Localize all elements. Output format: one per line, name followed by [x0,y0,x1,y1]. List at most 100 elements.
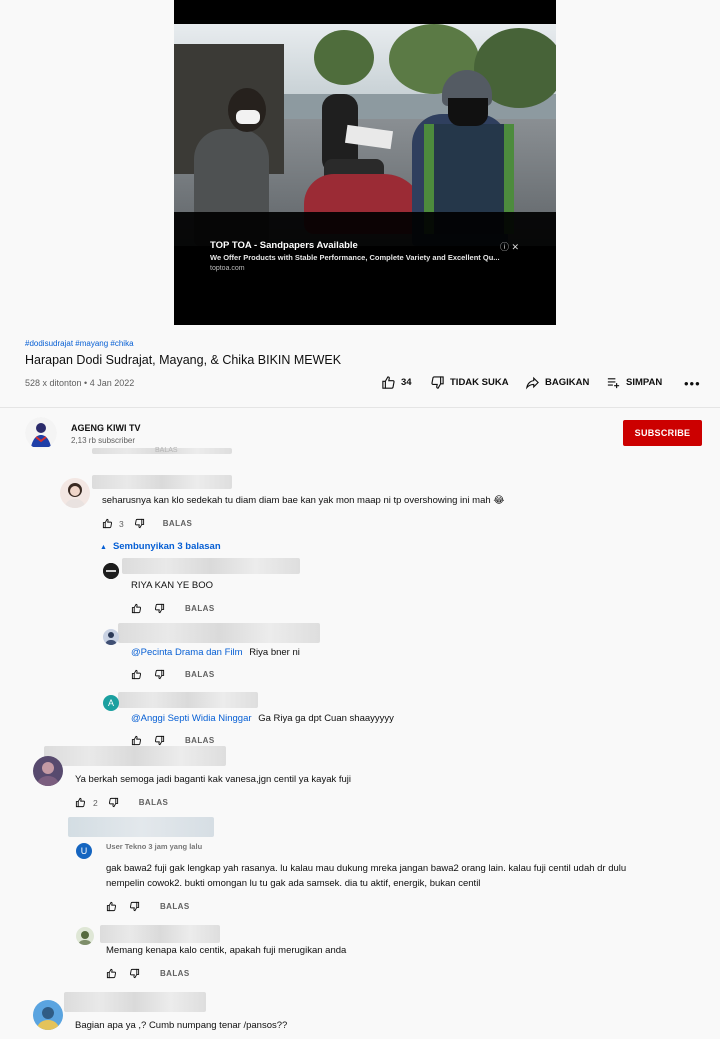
dislike-icon[interactable] [108,797,119,808]
share-icon [525,376,539,390]
commenter-avatar[interactable] [103,563,119,579]
commenter-name-blurred [118,623,320,643]
comment-text: Ya berkah semoga jadi baganti kak vanesa… [75,774,352,785]
comment-actions: BALAS [131,669,215,680]
comment-actions: 3 BALAS [102,518,192,529]
like-button[interactable]: 34 [381,375,412,390]
dislike-label: TIDAK SUKA [450,377,509,388]
comment-body: Riya bner ni [249,647,300,658]
like-icon[interactable] [106,968,117,979]
avatar-image [33,1000,63,1030]
dislike-icon [431,376,444,389]
dislike-button[interactable]: TIDAK SUKA [430,375,509,390]
commenter-avatar[interactable]: A [103,695,119,711]
like-icon[interactable] [102,518,113,529]
hide-replies-label: Sembunyikan 3 balasan [112,541,221,552]
share-button[interactable]: BAGIKAN [525,375,589,390]
comment-text: Memang kenapa kalo centik, apakah fuji m… [106,945,347,956]
scene-tree [314,30,374,85]
commenter-name-blurred [44,746,226,766]
hide-replies-button[interactable]: ▲ Sembunyikan 3 balasan [100,541,221,552]
dislike-icon[interactable] [154,603,165,614]
comment-text: gak bawa2 fuji gak lengkap yah rasanya. … [106,863,627,874]
video-player[interactable]: TOP TOA - Sandpapers Available We Offer … [174,0,556,325]
commenter-avatar[interactable]: U [76,843,92,859]
commenter-avatar[interactable] [33,1000,63,1030]
scene-driver-face [448,98,488,126]
avatar-image [60,478,90,508]
comment-text: RIYA KAN YE BOO [131,580,214,591]
laughing-emoji-icon: 😂 [493,495,505,506]
mention-link[interactable]: @Pecinta Drama dan Film [131,647,243,658]
like-icon[interactable] [131,669,142,680]
ad-controls: ⓘ ✕ [500,240,519,253]
avatar-image [33,756,63,786]
save-icon [607,378,620,389]
like-icon [382,376,395,389]
reply-button-partial: BALAS [155,447,178,454]
reply-button[interactable]: BALAS [139,798,169,807]
dislike-icon[interactable] [154,735,165,746]
commenter-name-blurred [122,558,300,574]
channel-avatar-image [25,417,57,449]
info-icon[interactable]: ⓘ [500,242,509,252]
like-count: 2 [93,797,98,808]
comment-actions: BALAS [106,901,190,912]
subscriber-count: 2,13 rb subscriber [71,436,136,445]
ad-description: We Offer Products with Stable Performanc… [210,253,500,262]
comment-actions: BALAS [131,603,215,614]
hashtags[interactable]: #dodisudrajat #mayang #chika [25,339,134,348]
save-button[interactable]: SIMPAN [606,375,662,390]
view-stats: 528 x ditonton • 4 Jan 2022 [25,378,135,388]
commenter-header-partial: User Tekno 3 jam yang lalu [106,842,203,851]
avatar-image [76,927,94,945]
commenter-name-blurred [92,475,232,489]
commenter-avatar[interactable] [76,927,94,945]
reply-button[interactable]: BALAS [185,604,215,613]
like-icon[interactable] [131,603,142,614]
close-icon[interactable]: ✕ [512,242,520,252]
comment-text: @Anggi Septi Widia Ninggar Ga Riya ga dp… [131,713,394,724]
comment-actions: BALAS [131,735,215,746]
share-label: BAGIKAN [545,377,590,388]
commenter-avatar[interactable] [33,756,63,786]
video-title: Harapan Dodi Sudrajat, Mayang, & Chika B… [25,353,342,367]
reply-button[interactable]: BALAS [185,736,215,745]
save-label: SIMPAN [626,377,663,388]
comment-body: seharusnya kan klo sedekah tu diam diam … [102,495,491,506]
comment-text: @Pecinta Drama dan Film Riya bner ni [131,647,300,658]
dislike-icon[interactable] [134,518,145,529]
reply-button[interactable]: BALAS [163,519,193,528]
commenter-avatar[interactable] [103,629,119,645]
dislike-icon[interactable] [129,901,140,912]
reply-button[interactable]: BALAS [160,969,190,978]
comment-actions: 2 BALAS [75,797,168,808]
dislike-icon[interactable] [154,669,165,680]
reply-button[interactable]: BALAS [160,902,190,911]
like-icon[interactable] [106,901,117,912]
avatar-image [103,629,119,645]
channel-avatar[interactable] [25,417,57,449]
commenter-name-blurred [100,925,220,943]
divider [0,407,720,408]
commenter-name-blurred [118,692,258,708]
comment-text: nempelin cowok2. bukti omongan lu tu gak… [106,878,481,889]
comment-actions: BALAS [106,968,190,979]
like-count: 3 [119,518,124,529]
avatar-image [103,563,119,579]
commenter-name-blurred [64,992,206,1012]
commenter-avatar[interactable] [60,478,90,508]
channel-name[interactable]: AGENG KIWI TV [71,423,141,433]
comment-text: seharusnya kan klo sedekah tu diam diam … [102,495,504,506]
mention-link[interactable]: @Anggi Septi Widia Ninggar [131,713,252,724]
ad-title[interactable]: TOP TOA - Sandpapers Available [210,240,358,251]
comment-text: Bagian apa ya ,? Cumb numpang tenar /pan… [75,1020,288,1031]
ad-url[interactable]: toptoa.com [210,265,245,272]
more-icon[interactable]: ••• [684,376,701,391]
like-icon[interactable] [131,735,142,746]
subscribe-button[interactable]: SUBSCRIBE [623,420,702,446]
reply-button[interactable]: BALAS [185,670,215,679]
dislike-icon[interactable] [129,968,140,979]
like-icon[interactable] [75,797,86,808]
like-count: 34 [401,377,412,388]
